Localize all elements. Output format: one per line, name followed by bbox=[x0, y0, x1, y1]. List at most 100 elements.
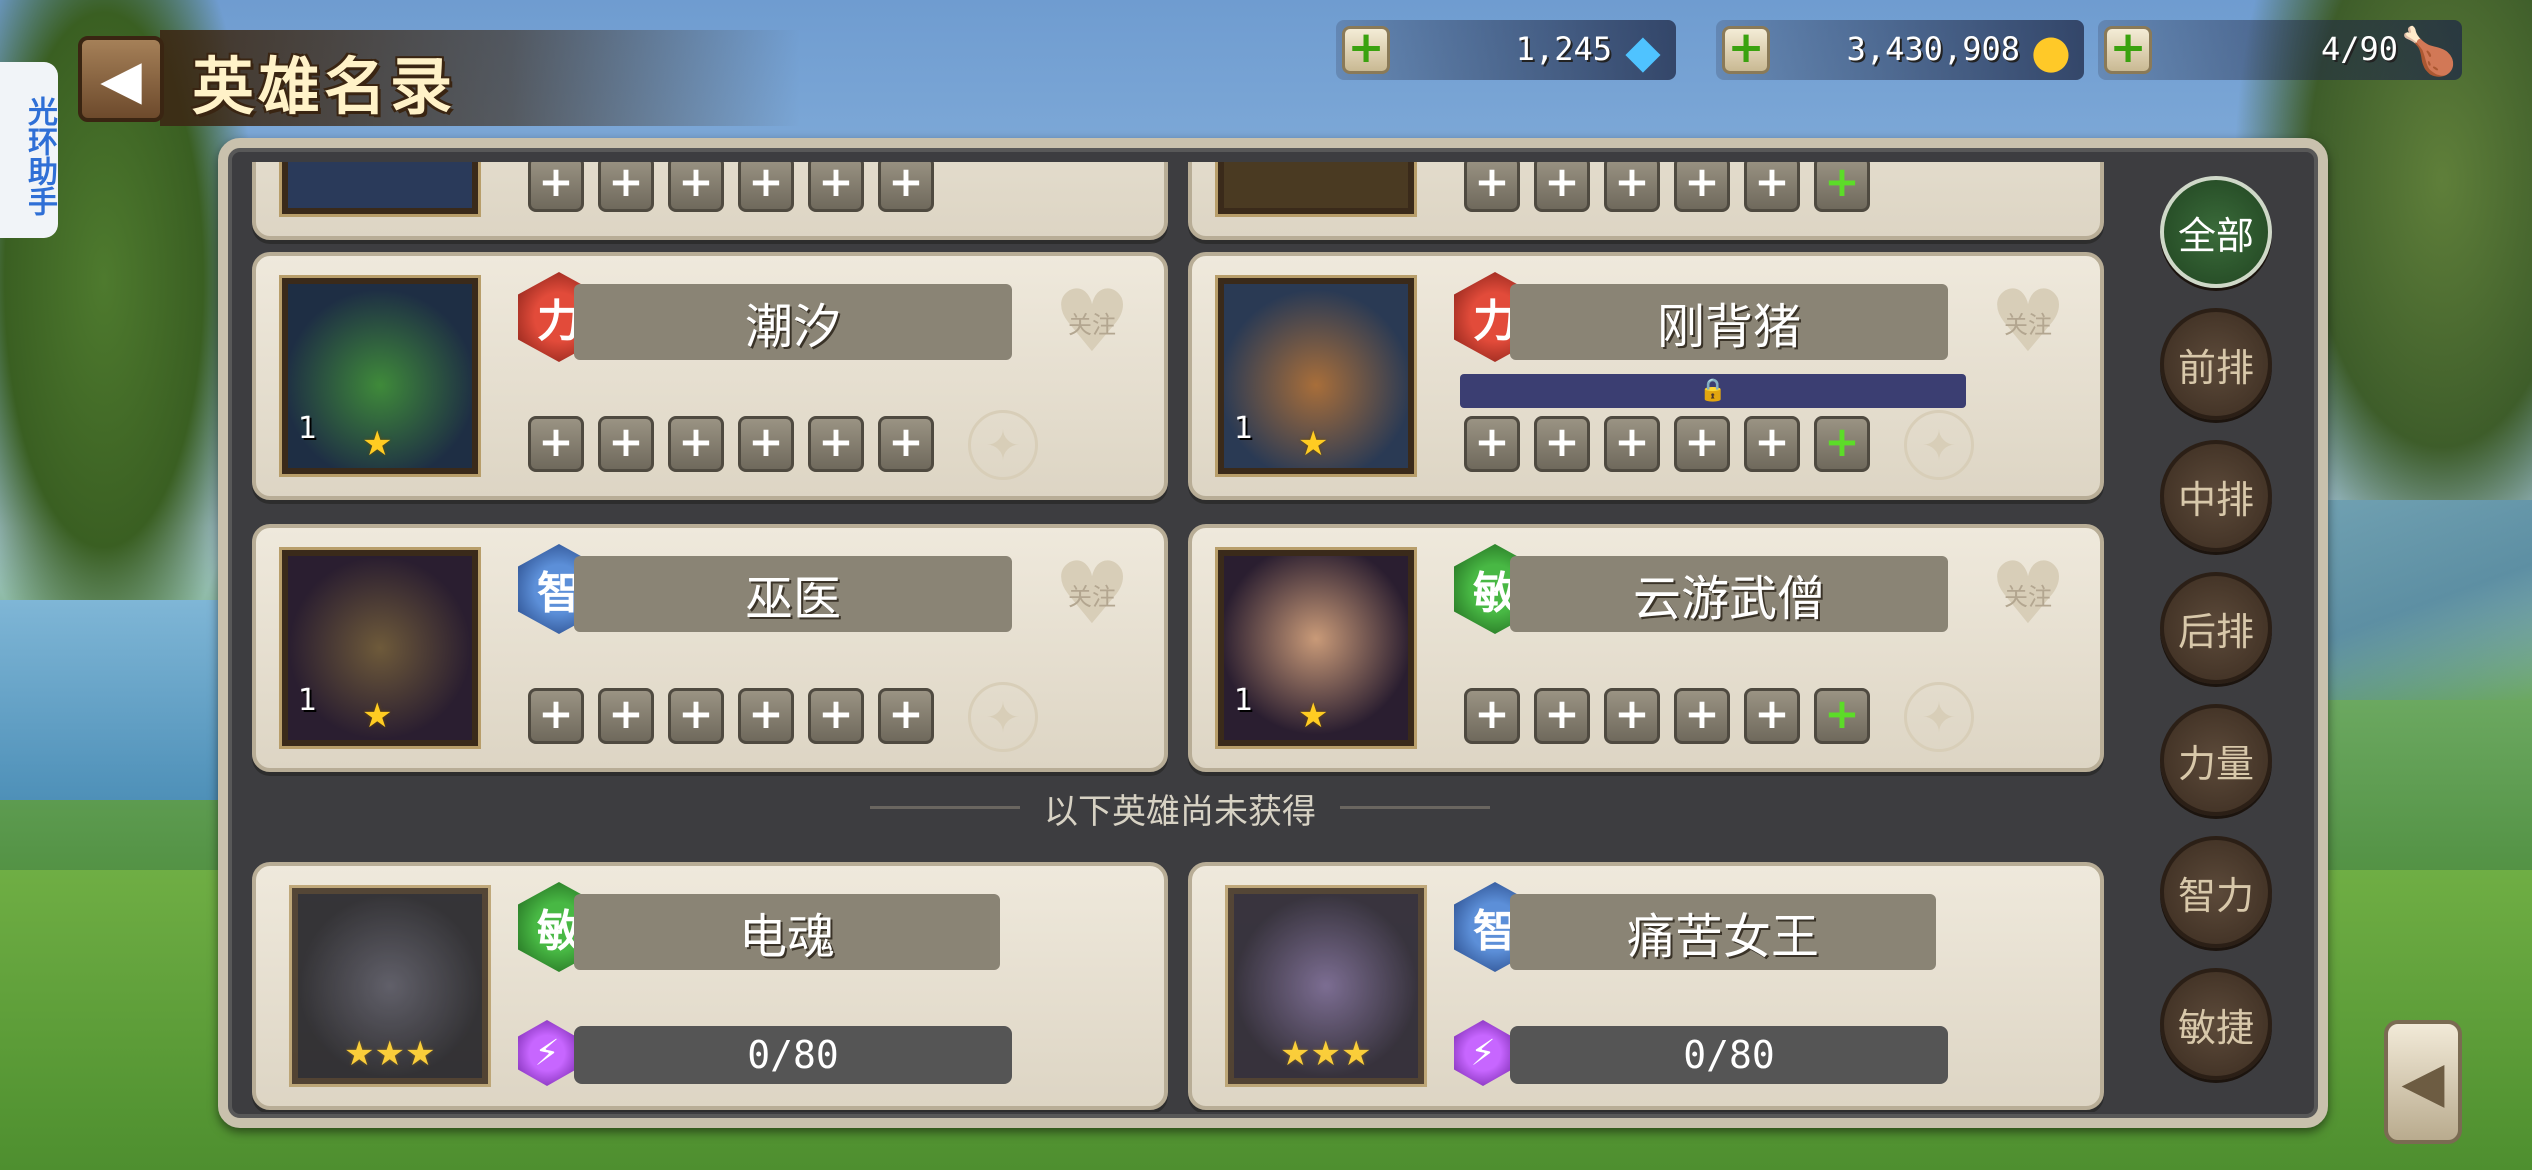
equip-slot[interactable]: + bbox=[738, 162, 794, 212]
equip-slot[interactable]: + bbox=[668, 162, 724, 212]
arrow-left-icon: ◀ bbox=[100, 47, 142, 111]
filter-middle[interactable]: 中排 bbox=[2160, 440, 2272, 552]
drumstick-icon: 🍗 bbox=[2400, 23, 2458, 78]
equip-slot[interactable]: + bbox=[1744, 162, 1800, 212]
equip-slot[interactable]: + bbox=[1814, 416, 1870, 472]
filter-back[interactable]: 后排 bbox=[2160, 572, 2272, 684]
equip-slot[interactable]: + bbox=[1534, 162, 1590, 212]
equip-slot[interactable]: + bbox=[878, 688, 934, 744]
equip-slot[interactable]: + bbox=[1464, 162, 1520, 212]
triangle-left-icon: ◀ bbox=[2401, 1049, 2445, 1115]
hero-level: 1 bbox=[298, 683, 318, 718]
back-button[interactable]: ◀ bbox=[78, 36, 164, 122]
equip-slot[interactable]: + bbox=[1744, 416, 1800, 472]
hero-name: 云游武僧 bbox=[1510, 556, 1948, 632]
filter-front[interactable]: 前排 bbox=[2160, 308, 2272, 420]
equip-slot[interactable]: + bbox=[528, 688, 584, 744]
equip-slot[interactable]: + bbox=[668, 416, 724, 472]
equip-slot[interactable]: + bbox=[598, 416, 654, 472]
follow-button[interactable]: ♥ 关注 bbox=[1984, 279, 2072, 365]
hero-level: 1 bbox=[1234, 683, 1254, 718]
hero-card[interactable]: 1 ★ 力 潮汐 ♥ 关注 + + + + + + ✦ bbox=[252, 252, 1168, 500]
hero-portrait: ★★★ bbox=[1225, 885, 1427, 1087]
hero-level: 1 bbox=[1234, 411, 1254, 446]
hero-portrait: 1 ★ bbox=[279, 547, 481, 749]
equip-slot[interactable]: + bbox=[1604, 416, 1660, 472]
soul-shard-icon: ⚡ bbox=[518, 1020, 576, 1086]
equip-slot[interactable]: + bbox=[598, 162, 654, 212]
background-water bbox=[0, 600, 240, 800]
equip-slot[interactable]: + bbox=[878, 416, 934, 472]
equip-slot[interactable]: + bbox=[878, 162, 934, 212]
diamond-count: 1,245 bbox=[1515, 30, 1612, 68]
equip-slot[interactable]: + bbox=[1604, 688, 1660, 744]
unowned-hero-card[interactable]: ★★★ 智 痛苦女王 ⚡ 0/80 bbox=[1188, 862, 2104, 1110]
equip-slot[interactable]: + bbox=[738, 416, 794, 472]
expand-arrow-button[interactable]: ◀ bbox=[2384, 1020, 2462, 1144]
resource-stamina: + 4/90 🍗 bbox=[2098, 20, 2462, 80]
equip-slot[interactable]: + bbox=[528, 416, 584, 472]
equip-slot[interactable]: + bbox=[598, 688, 654, 744]
hero-card-partial[interactable]: + + + + + + bbox=[1188, 162, 2104, 240]
equip-slot[interactable]: + bbox=[1814, 688, 1870, 744]
filter-tabs: 全部 前排 中排 后排 力量 智力 敏捷 bbox=[2160, 176, 2272, 1080]
filter-all[interactable]: 全部 bbox=[2160, 176, 2272, 288]
equip-slot[interactable]: + bbox=[1814, 162, 1870, 212]
hero-portrait bbox=[279, 162, 481, 217]
equip-slot[interactable]: + bbox=[1674, 416, 1730, 472]
follow-button[interactable]: ♥ 关注 bbox=[1048, 551, 1136, 637]
equip-slots: + + + + + + bbox=[528, 416, 934, 472]
star-icon: ★ bbox=[362, 424, 393, 464]
equip-slots: + + + + + + bbox=[528, 162, 934, 212]
hero-card-partial[interactable]: + + + + + + bbox=[252, 162, 1168, 240]
equip-slot[interactable]: + bbox=[1464, 688, 1520, 744]
follow-button[interactable]: ♥ 关注 bbox=[1984, 551, 2072, 637]
resource-diamond: + 1,245 ◆ bbox=[1336, 20, 1676, 80]
unowned-hero-card[interactable]: ★★★ 敏 电魂 ⚡ 0/80 bbox=[252, 862, 1168, 1110]
equip-slot[interactable]: + bbox=[528, 162, 584, 212]
hero-name: 痛苦女王 bbox=[1510, 894, 1936, 970]
add-stamina-button[interactable]: + bbox=[2104, 26, 2152, 74]
rune-emblem-icon: ✦ bbox=[968, 682, 1038, 752]
hero-card[interactable]: 1 ★ 力 刚背猪 ♥ 关注 🔒 + + + + + + ✦ bbox=[1188, 252, 2104, 500]
hero-list[interactable]: + + + + + + + + + + + + 1 ★ 力 潮汐 ♥ 关注 + + + + + + ✦ 1 ★ … bbox=[240, 162, 2120, 1112]
equip-slot[interactable]: + bbox=[808, 416, 864, 472]
lock-icon: 🔒 bbox=[1699, 378, 1727, 403]
hero-portrait: 1 ★ bbox=[279, 275, 481, 477]
equip-slot[interactable]: + bbox=[808, 688, 864, 744]
hero-portrait bbox=[1215, 162, 1417, 217]
star-icon: ★★★ bbox=[344, 1034, 436, 1074]
equip-slot[interactable]: + bbox=[1744, 688, 1800, 744]
diamond-icon: ◆ bbox=[1625, 24, 1661, 78]
hero-portrait: 1 ★ bbox=[1215, 275, 1417, 477]
hero-card[interactable]: 1 ★ 敏 云游武僧 ♥ 关注 + + + + + + ✦ bbox=[1188, 524, 2104, 772]
follow-button[interactable]: ♥ 关注 bbox=[1048, 279, 1136, 365]
equip-slot[interactable]: + bbox=[1464, 416, 1520, 472]
equip-slot[interactable]: + bbox=[1534, 688, 1590, 744]
equip-slot[interactable]: + bbox=[1674, 688, 1730, 744]
helper-tab[interactable]: 光环助手 bbox=[0, 62, 58, 238]
rune-emblem-icon: ✦ bbox=[1904, 682, 1974, 752]
hero-name: 电魂 bbox=[574, 894, 1000, 970]
add-diamond-button[interactable]: + bbox=[1342, 26, 1390, 74]
equip-slot[interactable]: + bbox=[668, 688, 724, 744]
filter-intelligence[interactable]: 智力 bbox=[2160, 836, 2272, 948]
equip-slot[interactable]: + bbox=[1674, 162, 1730, 212]
locked-skill-bar: 🔒 bbox=[1460, 374, 1966, 408]
star-icon: ★ bbox=[1298, 424, 1329, 464]
unowned-divider: 以下英雄尚未获得 bbox=[870, 784, 1490, 833]
equip-slot[interactable]: + bbox=[808, 162, 864, 212]
page-title: 英雄名录 bbox=[192, 50, 457, 123]
gold-count: 3,430,908 bbox=[1846, 30, 2020, 68]
hero-portrait: 1 ★ bbox=[1215, 547, 1417, 749]
equip-slot[interactable]: + bbox=[738, 688, 794, 744]
filter-agility[interactable]: 敏捷 bbox=[2160, 968, 2272, 1080]
equip-slot[interactable]: + bbox=[1534, 416, 1590, 472]
rune-emblem-icon: ✦ bbox=[968, 410, 1038, 480]
shard-progress: 0/80 bbox=[1510, 1026, 1948, 1084]
add-gold-button[interactable]: + bbox=[1722, 26, 1770, 74]
hero-card[interactable]: 1 ★ 智 巫医 ♥ 关注 + + + + + + ✦ bbox=[252, 524, 1168, 772]
resource-gold: + 3,430,908 ● bbox=[1716, 20, 2084, 80]
filter-strength[interactable]: 力量 bbox=[2160, 704, 2272, 816]
equip-slot[interactable]: + bbox=[1604, 162, 1660, 212]
